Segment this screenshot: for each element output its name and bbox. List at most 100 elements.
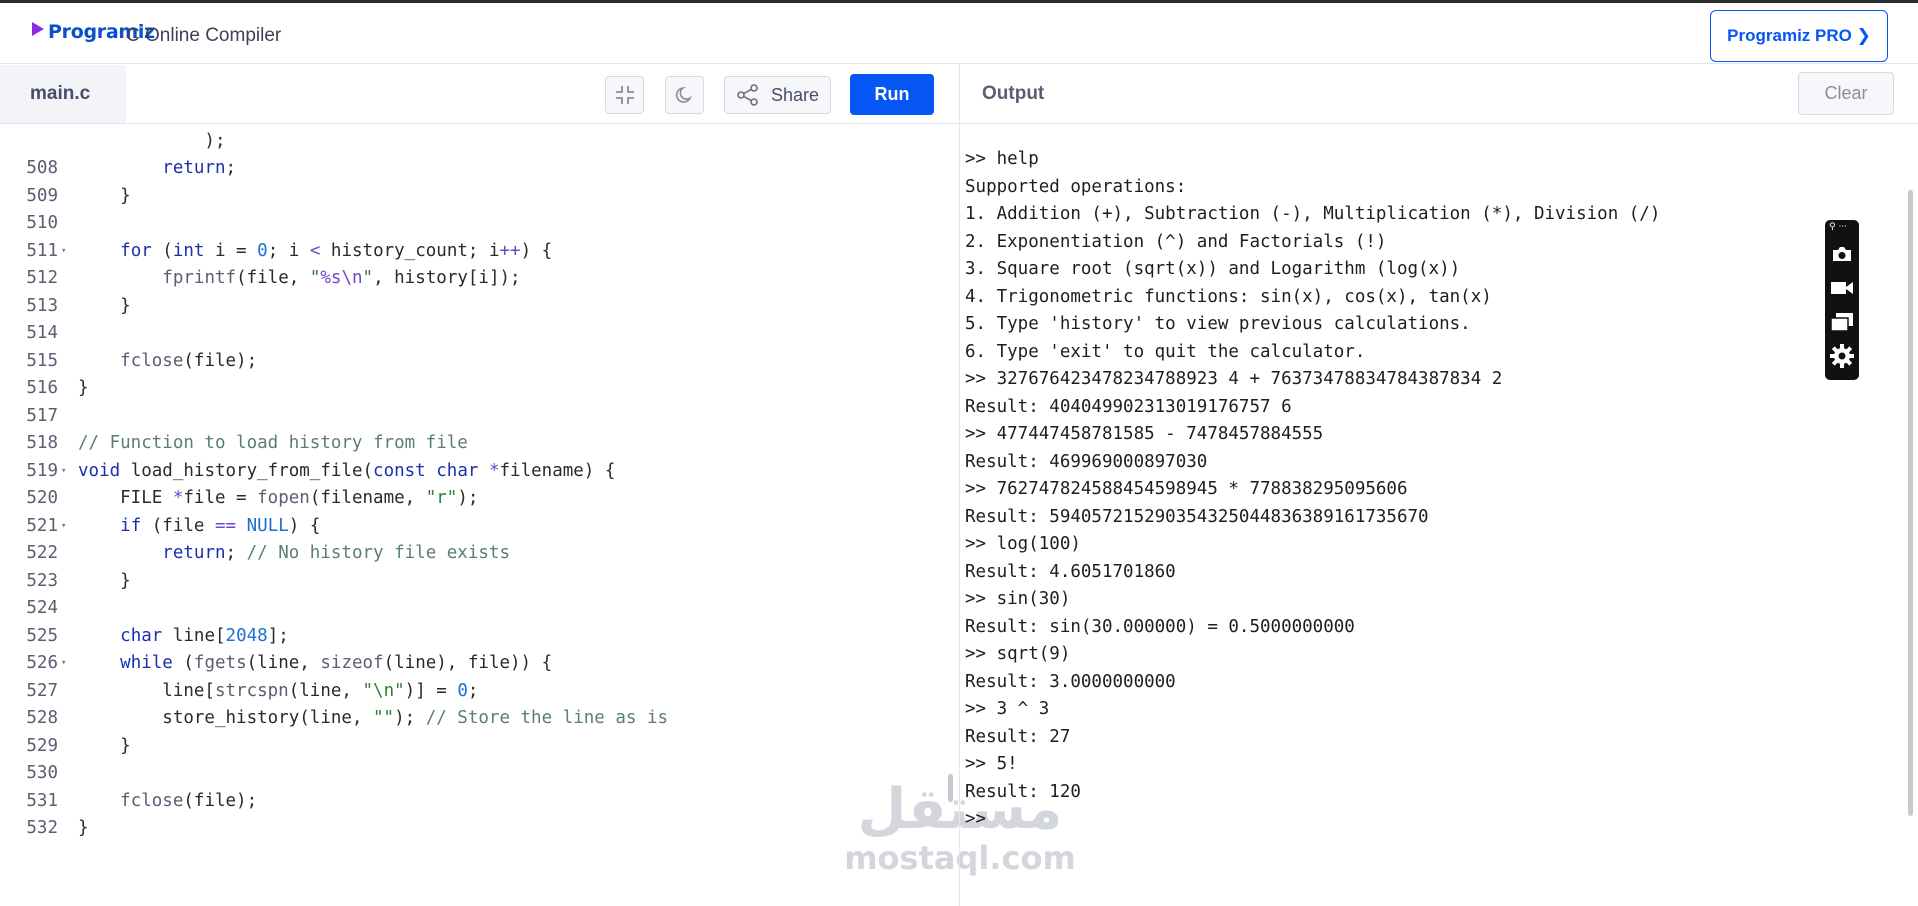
code-line: 511 ▾ for (int i = 0; i < history_count; … xyxy=(0,238,950,266)
output-line: >> 3 ^ 3 xyxy=(965,699,1050,719)
output-line: 4. Trigonometric functions: sin(x), cos(… xyxy=(965,286,1492,307)
output-line: 5. Type 'history' to view previous calcu… xyxy=(965,314,1471,334)
output-line: >> 327676423478234788923 4 + 76373478834… xyxy=(965,369,1503,389)
code-line: 526 ▾ while (fgets(line, sizeof(line), fi… xyxy=(0,650,950,678)
output-line: Supported operations: xyxy=(965,176,1187,197)
code-line: ); xyxy=(78,130,226,151)
clear-button[interactable]: Clear xyxy=(1798,72,1894,115)
record-video-button[interactable] xyxy=(1830,276,1854,300)
output-console[interactable]: >> help Supported operations: 1. Addition … xyxy=(965,146,1905,836)
output-line: 2. Exponentiation (^) and Factorials (!) xyxy=(965,231,1387,252)
dark-mode-toggle[interactable] xyxy=(665,76,704,114)
programiz-logo-mark-icon xyxy=(30,22,46,42)
line-number: 516 xyxy=(26,378,58,398)
fold-arrow-icon[interactable]: ▾ xyxy=(61,650,66,678)
line-number: 525 xyxy=(26,625,58,646)
output-line: >> xyxy=(965,809,987,829)
line-number: 517 xyxy=(26,405,58,426)
watermark-latin: mostaql.com xyxy=(844,839,1076,877)
line-number: 511 xyxy=(26,240,58,261)
code-line: 530 xyxy=(0,760,950,788)
line-number: 510 xyxy=(26,213,58,233)
code-line: 515 fclose(file); xyxy=(0,348,950,376)
output-line: Result: 120 xyxy=(965,781,1081,802)
file-tab[interactable]: main.c xyxy=(0,65,126,124)
line-number: 527 xyxy=(26,680,58,701)
line-number: 522 xyxy=(26,543,58,563)
line-number: 532 xyxy=(26,818,58,838)
programiz-pro-button[interactable]: Programiz PRO ❯ xyxy=(1710,10,1888,62)
code-line: 518// Function to load history from file xyxy=(0,430,950,458)
code-line: 525 char line[2048]; xyxy=(0,623,950,651)
share-label: Share xyxy=(771,84,820,105)
line-number: 524 xyxy=(26,598,58,618)
output-line: >> log(100) xyxy=(965,534,1081,554)
output-line: Result: 59405721529035432504483638916173… xyxy=(965,506,1429,527)
code-line: 519 ▾ void load_history_from_file(const ch… xyxy=(0,458,950,486)
code-editor[interactable]: 507 printf("Error: Could not open histor… xyxy=(0,124,959,838)
output-line: Result: sin(30.000000) = 0.5000000000 xyxy=(965,616,1355,637)
code-line: 523 } xyxy=(0,568,950,596)
line-number: 529 xyxy=(26,735,58,756)
line-number: 526 xyxy=(26,653,58,673)
top-header: Programiz C Online Compiler Programiz PR… xyxy=(0,3,1918,64)
line-number: 514 xyxy=(26,323,58,343)
file-name: main.c xyxy=(30,83,91,104)
output-line: Result: 469969000897030 xyxy=(965,451,1208,472)
line-number: 512 xyxy=(26,268,58,288)
video-camera-icon xyxy=(1831,282,1853,294)
line-number: 531 xyxy=(26,790,58,811)
share-button[interactable]: Share xyxy=(724,76,831,114)
more-options-icon[interactable]: ⚲ ··· xyxy=(1829,222,1847,232)
settings-button[interactable] xyxy=(1830,344,1854,368)
line-number: 509 xyxy=(26,185,58,206)
code-line: 509 } xyxy=(0,183,950,211)
line-number: 515 xyxy=(26,350,58,371)
code-line: 521 ▾ if (file == NULL) { xyxy=(0,513,950,541)
run-button[interactable]: Run xyxy=(850,74,934,115)
output-line: 3. Square root (sqrt(x)) and Logarithm (… xyxy=(965,259,1461,279)
code-line: 516} xyxy=(0,375,950,403)
code-line: 522 return; // No history file exists xyxy=(0,540,950,568)
line-number: 508 xyxy=(26,158,58,178)
output-line: >> 5! xyxy=(965,754,1018,774)
output-title: Output xyxy=(982,83,1045,104)
fold-arrow-icon[interactable]: ▾ xyxy=(61,513,66,541)
screenshot-button[interactable] xyxy=(1830,242,1854,266)
code-line: 528 store_history(line, ""); // Store th… xyxy=(0,705,950,733)
page-title: C Online Compiler xyxy=(126,25,282,46)
output-line: >> help xyxy=(965,149,1039,169)
output-line: 6. Type 'exit' to quit the calculator. xyxy=(965,341,1366,362)
code-line: 529 } xyxy=(0,733,950,761)
panel-divider[interactable] xyxy=(959,64,960,906)
code-lines: 507 printf("Error: Could not open histor… xyxy=(0,124,950,839)
camera-icon xyxy=(1833,247,1851,261)
output-line: >> 477447458781585 - 7478457884555 xyxy=(965,424,1324,444)
window-capture-button[interactable] xyxy=(1830,310,1854,334)
fold-arrow-icon[interactable]: ▾ xyxy=(61,238,66,266)
share-icon xyxy=(737,84,758,106)
code-line: 531 fclose(file); xyxy=(0,788,950,816)
output-line: >> sqrt(9) xyxy=(965,644,1071,664)
exit-fullscreen-button[interactable] xyxy=(605,76,644,114)
fold-arrow-icon[interactable]: ▾ xyxy=(61,458,66,486)
output-line: Result: 27 xyxy=(965,726,1071,747)
gear-icon xyxy=(1830,344,1854,368)
line-number: 518 xyxy=(26,433,58,453)
output-line: Result: 404049902313019176757 6 xyxy=(965,396,1292,417)
editor-toolbar: main.c Share Run xyxy=(0,65,959,124)
code-line: 508 return; xyxy=(0,155,950,183)
moon-icon xyxy=(675,86,692,103)
code-line: 524 xyxy=(0,595,950,623)
code-line: 517 xyxy=(0,403,950,431)
floating-capture-toolbar: ⚲ ··· xyxy=(1825,220,1859,380)
output-line: Result: 4.6051701860 xyxy=(965,561,1176,582)
windows-icon xyxy=(1830,313,1853,332)
code-line: 513 } xyxy=(0,293,950,321)
collapse-icon xyxy=(615,86,634,104)
output-line: >> sin(30) xyxy=(965,589,1071,609)
code-line: 527 line[strcspn(line, "\n")] = 0; xyxy=(0,678,950,706)
code-line: 520 FILE *file = fopen(filename, "r"); xyxy=(0,485,950,513)
line-number: 523 xyxy=(26,570,58,591)
output-scrollbar-thumb[interactable] xyxy=(1908,190,1913,816)
